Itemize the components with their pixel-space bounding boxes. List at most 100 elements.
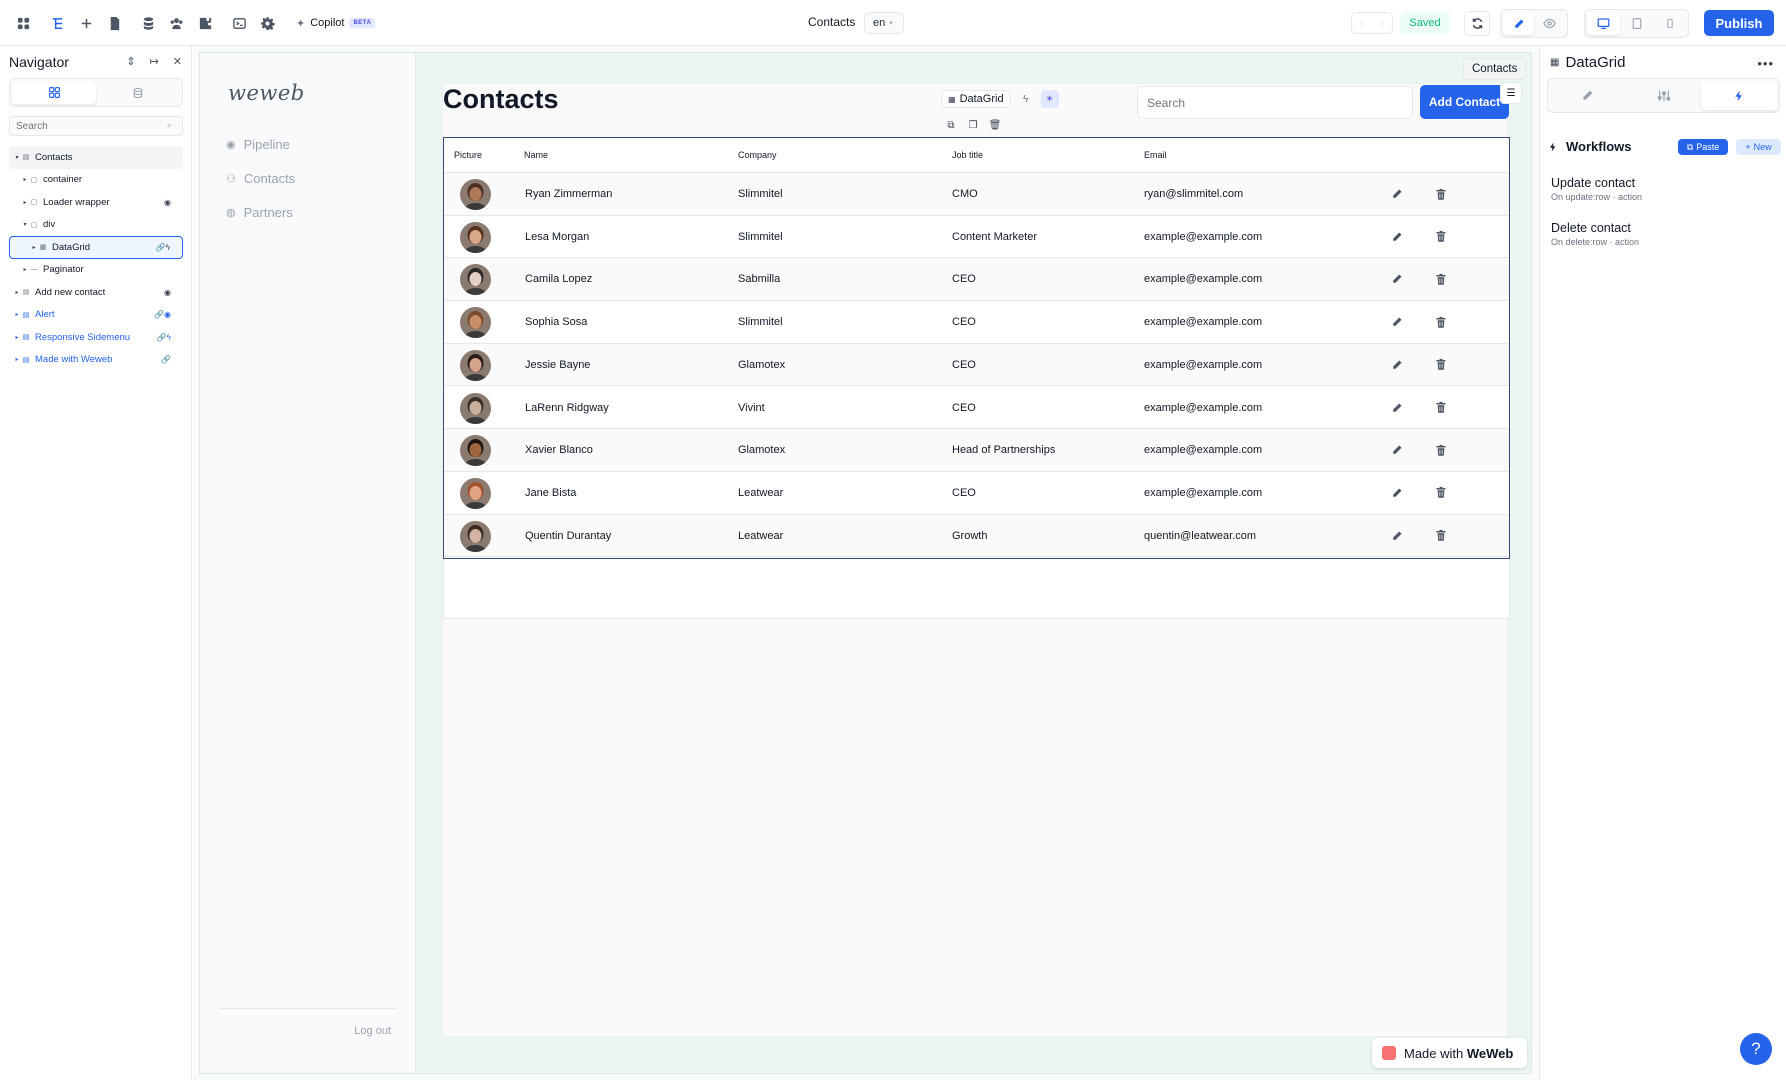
column-header-job-title[interactable]: Job title bbox=[952, 150, 983, 160]
delete-trash-icon[interactable] bbox=[1432, 228, 1450, 246]
trash-icon[interactable]: 🗑 bbox=[987, 117, 1003, 133]
apps-grid-icon[interactable] bbox=[13, 13, 33, 33]
tab-workflows-bolt-icon[interactable] bbox=[1701, 81, 1778, 110]
language-select[interactable]: en ▾ bbox=[864, 12, 904, 34]
mobile-icon[interactable] bbox=[1653, 12, 1686, 35]
column-header-picture[interactable]: Picture bbox=[454, 150, 482, 160]
plugin-icon[interactable] bbox=[195, 13, 215, 33]
tab-data-stack-icon[interactable] bbox=[96, 81, 180, 104]
magic-wand-icon[interactable]: ✶ bbox=[1040, 90, 1059, 108]
tab-style-sliders-icon[interactable] bbox=[1626, 81, 1702, 110]
caret-icon[interactable]: ▾ bbox=[13, 154, 21, 161]
caret-icon[interactable]: ▾ bbox=[21, 221, 29, 228]
navigator-search-input[interactable] bbox=[9, 116, 183, 136]
tab-layers-grid-icon[interactable] bbox=[12, 81, 96, 104]
column-header-company[interactable]: Company bbox=[738, 150, 777, 160]
dock-icon[interactable]: ↦ bbox=[150, 55, 159, 68]
table-row[interactable]: Jane Bista Leatwear CEO example@example.com bbox=[444, 472, 1509, 515]
caret-icon[interactable]: ▸ bbox=[13, 334, 21, 341]
section-menu-icon[interactable]: ☰ bbox=[1500, 82, 1522, 104]
layers-tree-icon[interactable] bbox=[47, 13, 67, 33]
table-row[interactable]: Xavier Blanco Glamotex Head of Partnership… bbox=[444, 429, 1509, 472]
datagrid-chip[interactable]: ▦ DataGrid bbox=[941, 90, 1011, 108]
code-icon[interactable] bbox=[229, 13, 249, 33]
tree-item-paginator[interactable]: ▸ — Paginator bbox=[9, 259, 183, 282]
delete-trash-icon[interactable] bbox=[1432, 356, 1450, 374]
contacts-search-input[interactable] bbox=[1137, 86, 1413, 119]
edit-pencil-icon[interactable] bbox=[1388, 399, 1406, 417]
publish-button[interactable]: Publish bbox=[1704, 10, 1774, 36]
menu-item-pipeline[interactable]: ◉ Pipeline bbox=[226, 137, 290, 152]
caret-icon[interactable]: ▸ bbox=[30, 244, 38, 251]
database-icon[interactable] bbox=[138, 13, 158, 33]
caret-icon[interactable]: ▸ bbox=[21, 176, 29, 183]
settings-gear-icon[interactable] bbox=[257, 13, 277, 33]
users-icon[interactable] bbox=[166, 13, 186, 33]
tree-item-made-with-weweb[interactable]: ▸ ▤ Made with Weweb 🔗 bbox=[9, 349, 183, 372]
selected-section-tag[interactable]: Contacts bbox=[1463, 58, 1527, 80]
delete-trash-icon[interactable] bbox=[1432, 270, 1450, 288]
edit-pencil-icon[interactable] bbox=[1388, 356, 1406, 374]
copy-icon[interactable]: ❐ bbox=[965, 117, 981, 133]
delete-trash-icon[interactable] bbox=[1432, 484, 1450, 502]
table-row[interactable]: Lesa Morgan Slimmitel Content Marketer exam… bbox=[444, 216, 1509, 259]
tree-item-loader-wrapper[interactable]: ▸ ▢ Loader wrapper ◉ bbox=[9, 191, 183, 214]
table-row[interactable]: Sophia Sosa Slimmitel CEO example@example.c… bbox=[444, 301, 1509, 344]
column-header-email[interactable]: Email bbox=[1144, 150, 1167, 160]
menu-item-partners[interactable]: ◍ Partners bbox=[226, 205, 293, 220]
edit-pencil-icon[interactable] bbox=[1388, 270, 1406, 288]
desktop-icon[interactable] bbox=[1587, 12, 1620, 35]
made-with-weweb-badge[interactable]: Made with WeWeb bbox=[1372, 1038, 1527, 1068]
tree-item-add-new-contact[interactable]: ▸ ▤ Add new contact ◉ bbox=[9, 281, 183, 304]
add-contact-button[interactable]: Add Contact bbox=[1420, 85, 1509, 119]
more-options-icon[interactable]: ••• bbox=[1757, 56, 1774, 71]
table-row[interactable]: Quentin Durantay Leatwear Growth quentin@le… bbox=[444, 514, 1509, 558]
workflow-item-delete[interactable]: Delete contact On delete:row · action bbox=[1551, 221, 1639, 247]
current-page-name[interactable]: Contacts bbox=[808, 15, 855, 29]
edit-pencil-icon[interactable] bbox=[1388, 313, 1406, 331]
edit-pencil-icon[interactable] bbox=[1388, 185, 1406, 203]
paste-workflow-button[interactable]: ⧉ Paste bbox=[1678, 139, 1728, 155]
tree-item-alert[interactable]: ▸ ▤ Alert 🔗◉ bbox=[9, 304, 183, 327]
edit-pencil-icon[interactable] bbox=[1388, 441, 1406, 459]
caret-icon[interactable]: ▸ bbox=[13, 311, 21, 318]
tree-item-contacts[interactable]: ▾ ▤ Contacts bbox=[9, 146, 183, 169]
table-row[interactable]: LaRenn Ridgway Vivint CEO example@example.c… bbox=[444, 387, 1509, 430]
edit-pencil-icon[interactable] bbox=[1388, 228, 1406, 246]
logout-link[interactable]: Log out bbox=[354, 1025, 391, 1037]
duplicate-icon[interactable]: ⧉ bbox=[943, 117, 959, 133]
caret-icon[interactable]: ▸ bbox=[21, 266, 29, 273]
redo-icon[interactable]: › bbox=[1372, 13, 1392, 33]
delete-trash-icon[interactable] bbox=[1432, 441, 1450, 459]
workflow-item-update[interactable]: Update contact On update:row · action bbox=[1551, 176, 1642, 202]
edit-pencil-icon[interactable] bbox=[1388, 484, 1406, 502]
column-header-name[interactable]: Name bbox=[524, 150, 548, 160]
page-icon[interactable] bbox=[104, 13, 124, 33]
tablet-icon[interactable] bbox=[1620, 12, 1653, 35]
sync-button[interactable] bbox=[1464, 11, 1490, 36]
caret-icon[interactable]: ▸ bbox=[13, 356, 21, 363]
tree-item-datagrid[interactable]: ▸ ▦ DataGrid 🔗ϟ bbox=[9, 236, 183, 259]
tree-item-div[interactable]: ▾ ▢ div bbox=[9, 214, 183, 237]
table-row[interactable]: Ryan Zimmerman Slimmitel CMO ryan@slimmitel… bbox=[444, 173, 1509, 216]
add-icon[interactable] bbox=[76, 13, 96, 33]
delete-trash-icon[interactable] bbox=[1432, 313, 1450, 331]
table-row[interactable]: Camila Lopez Sabmilla CEO example@example.c… bbox=[444, 258, 1509, 302]
preview-eye-icon[interactable] bbox=[1534, 12, 1565, 35]
help-button[interactable]: ? bbox=[1740, 1033, 1772, 1065]
caret-icon[interactable]: ▸ bbox=[13, 289, 21, 296]
copilot-button[interactable]: ✦ Copilot BETA bbox=[296, 13, 376, 33]
delete-trash-icon[interactable] bbox=[1432, 185, 1450, 203]
delete-trash-icon[interactable] bbox=[1432, 527, 1450, 545]
undo-icon[interactable]: ‹ bbox=[1352, 13, 1372, 33]
tab-edit-pencil-icon[interactable] bbox=[1550, 81, 1626, 110]
bolt-icon[interactable]: ϟ bbox=[1017, 90, 1035, 108]
delete-trash-icon[interactable] bbox=[1432, 399, 1450, 417]
close-icon[interactable]: ✕ bbox=[173, 55, 182, 68]
expand-collapse-icon[interactable]: ⇕ bbox=[126, 55, 135, 68]
table-row[interactable]: Jessie Bayne Glamotex CEO example@example.c… bbox=[444, 343, 1509, 387]
new-workflow-button[interactable]: + New bbox=[1736, 139, 1781, 155]
edit-pencil-icon[interactable] bbox=[1388, 527, 1406, 545]
menu-item-contacts[interactable]: ⚇ Contacts bbox=[226, 171, 295, 186]
caret-icon[interactable]: ▸ bbox=[21, 199, 29, 206]
